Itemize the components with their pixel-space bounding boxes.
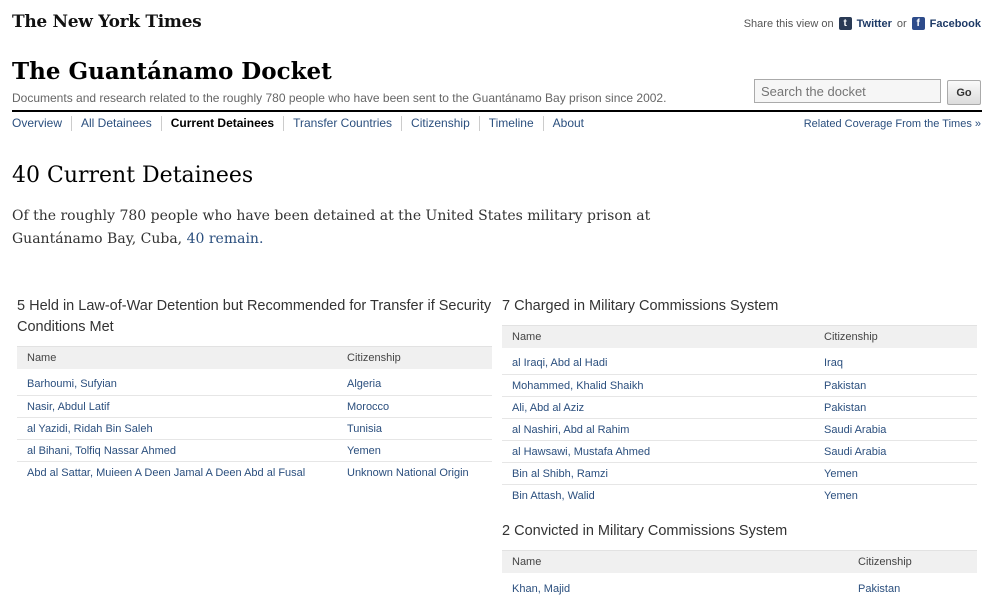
detainee-name-link[interactable]: al Bihani, Tolfiq Nassar Ahmed [17,439,337,462]
intro-text: Of the roughly 780 people who have been … [12,208,651,247]
col-header-name[interactable]: Name [17,346,337,369]
intro-paragraph: Of the roughly 780 people who have been … [12,205,672,251]
detainee-name-link[interactable]: Mohammed, Khalid Shaikh [502,374,814,397]
detainee-name-link[interactable]: Ali, Abd al Aziz [502,396,814,419]
go-button[interactable]: Go [947,80,981,105]
section-heading: 2 Convicted in Military Commissions Syst… [502,523,788,539]
section-law-of-war-detention: 5 Held in Law-of-War Detention but Recom… [17,296,492,484]
nyt-logo[interactable]: The New York Times [12,12,202,32]
nav-citizenship[interactable]: Citizenship [402,116,480,131]
detainee-name-link[interactable]: al Yazidi, Ridah Bin Saleh [17,417,337,440]
col-header-name[interactable]: Name [502,550,848,573]
detainee-table: Name Citizenship al Iraqi, Abd al Hadi I… [502,325,977,507]
detainee-name-link[interactable]: Khan, Majid [502,573,848,595]
table-row: Mohammed, Khalid Shaikh Pakistan [502,374,977,397]
detainee-table: Name Citizenship Khan, Majid Pakistan [502,550,977,595]
col-header-citizenship[interactable]: Citizenship [848,550,977,573]
intro-highlight: 40 remain. [186,231,264,247]
docket-subtitle: Documents and research related to the ro… [12,91,667,105]
detainee-name-link[interactable]: al Nashiri, Abd al Rahim [502,418,814,441]
table-row: Ali, Abd al Aziz Pakistan [502,396,977,419]
table-row: Barhoumi, Sufyian Algeria [17,368,492,396]
share-bar: Share this view on t Twitter or f Facebo… [744,17,981,30]
citizenship-link[interactable]: Yemen [337,439,492,462]
detainee-name-link[interactable]: al Hawsawi, Mustafa Ahmed [502,440,814,463]
table-row: Nasir, Abdul Latif Morocco [17,395,492,418]
nav-overview[interactable]: Overview [12,116,73,131]
nav-timeline[interactable]: Timeline [480,116,544,131]
twitter-link[interactable]: Twitter [857,18,892,30]
main-nav: Overview All Detainees Current Detainees… [12,116,593,131]
table-row: al Hawsawi, Mustafa Ahmed Saudi Arabia [502,440,977,463]
citizenship-link[interactable]: Saudi Arabia [814,418,977,441]
detainee-table: Name Citizenship Barhoumi, Sufyian Alger… [17,346,492,484]
table-row: al Bihani, Tolfiq Nassar Ahmed Yemen [17,439,492,462]
citizenship-link[interactable]: Pakistan [848,573,977,595]
facebook-icon[interactable]: f [911,17,925,30]
table-row: al Iraqi, Abd al Hadi Iraq [502,347,977,375]
citizenship-link[interactable]: Pakistan [814,374,977,397]
docket-title[interactable]: The Guantánamo Docket [12,58,332,85]
section-heading: 5 Held in Law-of-War Detention but Recom… [17,298,492,335]
table-row: Khan, Majid Pakistan [502,573,977,595]
page-title: 40 Current Detainees [12,163,254,188]
col-header-name[interactable]: Name [502,325,814,348]
detainee-name-link[interactable]: Nasir, Abdul Latif [17,395,337,418]
citizenship-link[interactable]: Unknown National Origin [337,462,492,484]
share-or-label: or [896,17,907,30]
twitter-icon[interactable]: t [838,17,852,30]
header-divider [12,110,982,112]
citizenship-link[interactable]: Iraq [814,347,977,375]
col-header-citizenship[interactable]: Citizenship [337,346,492,369]
table-row: Bin al Shibh, Ramzi Yemen [502,462,977,485]
detainee-name-link[interactable]: Abd al Sattar, Muieen A Deen Jamal A Dee… [17,462,337,484]
table-row: Abd al Sattar, Muieen A Deen Jamal A Dee… [17,462,492,484]
citizenship-link[interactable]: Pakistan [814,396,977,419]
nav-all-detainees[interactable]: All Detainees [72,116,162,131]
nav-about[interactable]: About [544,116,593,131]
nav-current-detainees[interactable]: Current Detainees [162,116,285,131]
col-header-citizenship[interactable]: Citizenship [814,325,977,348]
section-convicted-military-commissions: 2 Convicted in Military Commissions Syst… [502,521,977,595]
citizenship-link[interactable]: Morocco [337,395,492,418]
search-input[interactable] [754,79,941,103]
citizenship-link[interactable]: Algeria [337,368,492,396]
detainee-name-link[interactable]: Bin al Shibh, Ramzi [502,462,814,485]
related-coverage-link[interactable]: Related Coverage From the Times » [804,118,981,130]
facebook-link[interactable]: Facebook [930,18,981,30]
citizenship-link[interactable]: Saudi Arabia [814,440,977,463]
table-row: al Nashiri, Abd al Rahim Saudi Arabia [502,418,977,441]
citizenship-link[interactable]: Yemen [814,485,977,507]
detainee-name-link[interactable]: Bin Attash, Walid [502,485,814,507]
share-label: Share this view on [743,17,834,30]
detainee-name-link[interactable]: Barhoumi, Sufyian [17,368,337,396]
citizenship-link[interactable]: Tunisia [337,417,492,440]
table-row: Bin Attash, Walid Yemen [502,485,977,507]
section-heading: 7 Charged in Military Commissions System [502,298,779,314]
detainee-name-link[interactable]: al Iraqi, Abd al Hadi [502,347,814,375]
table-row: al Yazidi, Ridah Bin Saleh Tunisia [17,417,492,440]
citizenship-link[interactable]: Yemen [814,462,977,485]
nav-transfer-countries[interactable]: Transfer Countries [284,116,403,131]
section-charged-military-commissions: 7 Charged in Military Commissions System… [502,296,977,507]
